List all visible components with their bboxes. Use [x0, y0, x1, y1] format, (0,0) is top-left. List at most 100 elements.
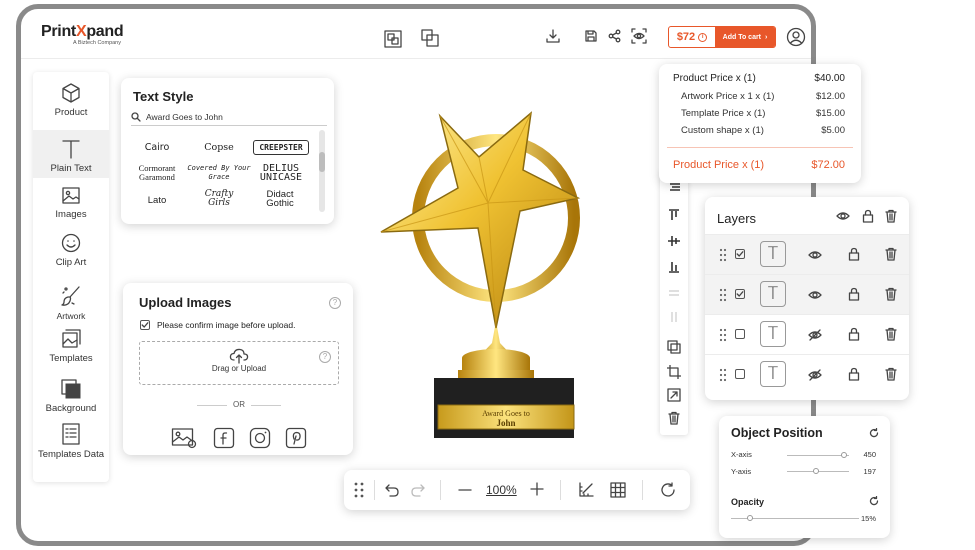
- trash-icon[interactable]: [885, 327, 897, 341]
- font-search-input[interactable]: Award Goes to John: [131, 110, 327, 126]
- download-icon[interactable]: [546, 29, 560, 43]
- font-option-creepster[interactable]: CREEPSTER: [253, 140, 309, 155]
- sidebar-item-templates[interactable]: Templates: [33, 328, 109, 364]
- duplicate-icon[interactable]: [667, 340, 681, 354]
- font-option-crafty-girls[interactable]: Crafty Girls: [193, 190, 245, 208]
- drag-handle-icon[interactable]: [719, 368, 727, 382]
- distribute-vertical-icon[interactable]: [667, 310, 681, 324]
- cart-price[interactable]: $72 i: [669, 27, 715, 47]
- preview-icon[interactable]: [631, 28, 647, 44]
- drop-zone[interactable]: Drag or Upload: [139, 341, 339, 385]
- refresh-icon[interactable]: [660, 482, 676, 498]
- sidebar-item-background[interactable]: Background: [33, 378, 109, 414]
- layer-checkbox[interactable]: [735, 329, 745, 339]
- drag-handle-icon[interactable]: [352, 480, 366, 500]
- eye-icon[interactable]: [808, 249, 822, 261]
- sidebar-item-artwork[interactable]: Artwork: [33, 284, 109, 321]
- layer-row[interactable]: T: [705, 314, 909, 354]
- drag-handle-icon[interactable]: [719, 328, 727, 342]
- pinterest-icon[interactable]: [285, 427, 307, 449]
- distribute-horizontal-icon[interactable]: [667, 286, 681, 300]
- sidebar-item-plain-text[interactable]: Plain Text: [33, 130, 109, 178]
- zoom-in-icon[interactable]: [530, 482, 544, 496]
- delete-icon[interactable]: [667, 411, 681, 425]
- show-all-eye-icon[interactable]: [836, 210, 850, 222]
- lock-icon[interactable]: [848, 367, 860, 381]
- font-option-didact-gothic[interactable]: Didact Gothic: [257, 190, 303, 209]
- drop-help-icon[interactable]: ?: [319, 351, 331, 363]
- toolbar-divider: [642, 480, 643, 500]
- sidebar-item-templates-data[interactable]: Templates Data: [33, 422, 109, 460]
- x-axis-slider-knob[interactable]: [841, 452, 847, 458]
- layer-checkbox[interactable]: [735, 249, 745, 259]
- layer-row[interactable]: T: [705, 274, 909, 314]
- eye-icon[interactable]: [808, 289, 822, 301]
- font-option-copse[interactable]: Copse: [185, 143, 253, 153]
- eye-off-icon[interactable]: [808, 369, 822, 381]
- lock-all-icon[interactable]: [862, 209, 874, 223]
- font-option-cormorant-garamond[interactable]: Cormorant Garamond: [123, 164, 191, 182]
- y-axis-value[interactable]: 197: [863, 467, 876, 476]
- drag-handle-icon[interactable]: [719, 288, 727, 302]
- ungroup-icon[interactable]: [420, 28, 440, 48]
- sidebar-item-product[interactable]: Product: [33, 82, 109, 128]
- zoom-out-icon[interactable]: [458, 488, 472, 492]
- redo-icon[interactable]: [410, 482, 426, 498]
- layer-checkbox[interactable]: [735, 369, 745, 379]
- trash-icon[interactable]: [885, 367, 897, 381]
- confirm-checkbox[interactable]: [140, 320, 150, 330]
- sidebar-item-clip-art[interactable]: Clip Art: [33, 232, 109, 268]
- font-option-delius-unicase[interactable]: DELIUS UNICASE: [249, 164, 313, 183]
- font-option-covered-by-your-grace[interactable]: Covered By Your Grace: [187, 164, 251, 182]
- help-icon[interactable]: ?: [329, 297, 341, 309]
- drag-handle-icon[interactable]: [719, 248, 727, 262]
- opacity-value[interactable]: 15%: [861, 514, 876, 523]
- price-breakdown-popup: Product Price x (1) $40.00 Artwork Price …: [659, 64, 861, 183]
- y-axis-slider-knob[interactable]: [813, 468, 819, 474]
- align-bottom-icon[interactable]: [667, 260, 681, 274]
- font-list-scrollbar[interactable]: [319, 130, 325, 212]
- delete-all-icon[interactable]: [885, 209, 897, 223]
- ruler-icon[interactable]: [578, 482, 594, 498]
- cart-price-box[interactable]: $72 i Add To cart ›: [668, 26, 776, 48]
- eye-off-icon[interactable]: [808, 329, 822, 341]
- lock-icon[interactable]: [848, 327, 860, 341]
- opacity-slider-knob[interactable]: [747, 515, 753, 521]
- gallery-upload-icon[interactable]: [171, 427, 197, 449]
- plaque-line-1[interactable]: Award Goes to: [482, 409, 530, 418]
- undo-icon[interactable]: [384, 482, 400, 498]
- sidebar-item-images[interactable]: Images: [33, 186, 109, 220]
- trash-icon[interactable]: [885, 247, 897, 261]
- reset-position-icon[interactable]: [869, 428, 879, 438]
- group-icon[interactable]: [383, 29, 403, 49]
- add-to-cart-button[interactable]: Add To cart ›: [715, 27, 775, 47]
- search-icon: [131, 112, 141, 122]
- trophy-artwork[interactable]: Award Goes to John: [378, 108, 608, 440]
- lock-icon[interactable]: [848, 287, 860, 301]
- share-icon[interactable]: [608, 29, 622, 43]
- trash-icon[interactable]: [885, 287, 897, 301]
- layer-row[interactable]: T: [705, 234, 909, 274]
- price-info-icon[interactable]: i: [698, 32, 708, 42]
- font-option-cairo[interactable]: Cairo: [123, 143, 191, 153]
- logo[interactable]: PrintXpand A Biztech Company: [41, 23, 124, 46]
- align-middle-icon[interactable]: [667, 234, 681, 248]
- instagram-icon[interactable]: [249, 427, 271, 449]
- align-top-icon[interactable]: [667, 208, 681, 222]
- facebook-icon[interactable]: [213, 427, 235, 449]
- resize-icon[interactable]: [667, 388, 681, 402]
- lock-icon[interactable]: [848, 247, 860, 261]
- font-option-lato[interactable]: Lato: [123, 196, 191, 206]
- plaque-line-2[interactable]: John: [496, 418, 515, 428]
- reset-opacity-icon[interactable]: [869, 496, 879, 506]
- grid-icon[interactable]: [610, 482, 626, 498]
- layer-row[interactable]: T: [705, 354, 909, 394]
- x-axis-slider[interactable]: [787, 455, 849, 456]
- scrollbar-thumb[interactable]: [319, 152, 325, 172]
- x-axis-value[interactable]: 450: [863, 450, 876, 459]
- user-avatar-icon[interactable]: [786, 27, 806, 47]
- save-icon[interactable]: [584, 29, 598, 43]
- layer-checkbox[interactable]: [735, 289, 745, 299]
- crop-icon[interactable]: [667, 365, 681, 379]
- zoom-level[interactable]: 100%: [486, 483, 517, 497]
